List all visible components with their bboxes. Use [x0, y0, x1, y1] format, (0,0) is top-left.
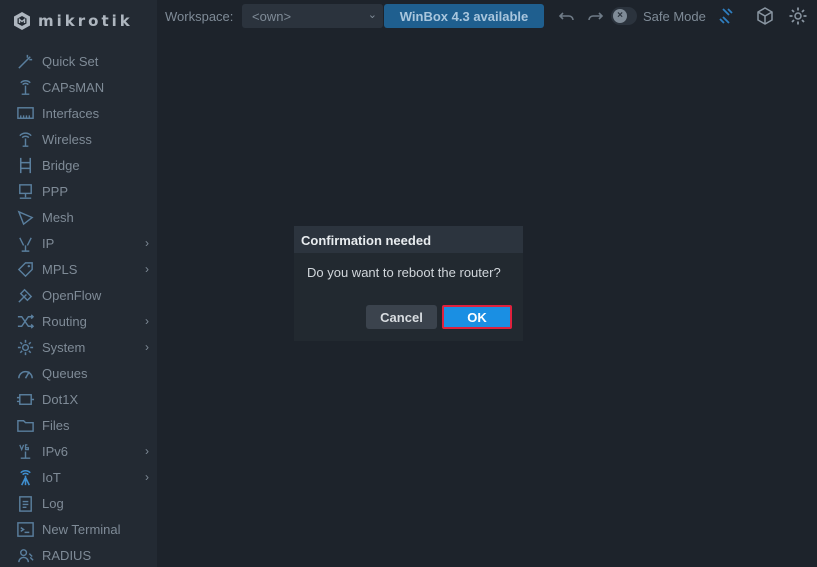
- sidebar-item-label: Wireless: [42, 131, 92, 147]
- workspace-label: Workspace:: [165, 9, 234, 24]
- ipv6-icon: [14, 441, 36, 461]
- sidebar-item-capsman[interactable]: CAPsMAN: [0, 74, 157, 100]
- undo-icon[interactable]: [557, 6, 577, 26]
- sidebar-item-label: MPLS: [42, 261, 78, 277]
- redo-icon[interactable]: [585, 6, 605, 26]
- sidebar-item-label: OpenFlow: [42, 287, 102, 303]
- chevron-right-icon: ›: [145, 444, 149, 458]
- sidebar-item-label: CAPsMAN: [42, 79, 105, 95]
- antenna-icon: [14, 77, 36, 97]
- dialog-title: Confirmation needed: [294, 226, 523, 253]
- sidebar-item-mpls[interactable]: MPLS ›: [0, 256, 157, 282]
- sidebar-item-label: Files: [42, 417, 70, 433]
- toolbar: Workspace: <own> ⌄ WinBox 4.3 available …: [157, 0, 817, 33]
- sidebar-item-label: Mesh: [42, 209, 74, 225]
- sidebar-item-label: Quick Set: [42, 53, 99, 69]
- ip-icon: [14, 233, 36, 253]
- routing-icon: [14, 311, 36, 331]
- confirmation-dialog: Confirmation needed Do you want to reboo…: [294, 226, 523, 341]
- safe-mode-status-icon[interactable]: [716, 6, 736, 26]
- sidebar-item-radius[interactable]: RADIUS: [0, 542, 157, 567]
- mesh-icon: [14, 207, 36, 227]
- sidebar-item-files[interactable]: Files: [0, 412, 157, 438]
- sidebar-item-label: Dot1X: [42, 391, 79, 407]
- sidebar-item-wireless[interactable]: Wireless: [0, 126, 157, 152]
- sidebar-item-quick-set[interactable]: Quick Set: [0, 48, 157, 74]
- logo-text: mikrotik: [38, 12, 133, 30]
- folder-icon: [14, 415, 36, 435]
- chevron-right-icon: ›: [145, 340, 149, 354]
- bridge-icon: [14, 155, 36, 175]
- interfaces-icon: [14, 103, 36, 123]
- sidebar-item-new-terminal[interactable]: New Terminal: [0, 516, 157, 542]
- queues-icon: [14, 363, 36, 383]
- radius-icon: [14, 545, 36, 565]
- sidebar-item-mesh[interactable]: Mesh: [0, 204, 157, 230]
- sidebar-item-queues[interactable]: Queues: [0, 360, 157, 386]
- sidebar-item-label: New Terminal: [42, 521, 121, 537]
- sidebar-item-log[interactable]: Log: [0, 490, 157, 516]
- log-icon: [14, 493, 36, 513]
- openflow-icon: [14, 285, 36, 305]
- sidebar-item-ipv6[interactable]: IPv6 ›: [0, 438, 157, 464]
- update-available-button[interactable]: WinBox 4.3 available: [384, 4, 544, 28]
- ok-button[interactable]: OK: [442, 305, 512, 329]
- sidebar-item-label: Routing: [42, 313, 87, 329]
- iot-icon: [14, 467, 36, 487]
- sidebar-item-interfaces[interactable]: Interfaces: [0, 100, 157, 126]
- safe-mode-toggle[interactable]: ×: [611, 7, 637, 25]
- sidebar-item-label: Queues: [42, 365, 88, 381]
- sidebar-item-label: PPP: [42, 183, 69, 199]
- gear-icon[interactable]: [788, 6, 808, 26]
- sidebar-item-label: IoT: [42, 469, 61, 485]
- cancel-button[interactable]: Cancel: [366, 305, 437, 329]
- sidebar-item-label: Log: [42, 495, 64, 511]
- package-icon[interactable]: [755, 6, 775, 26]
- wireless-icon: [14, 129, 36, 149]
- workspace-select[interactable]: <own> ⌄: [242, 4, 383, 28]
- sidebar-item-openflow[interactable]: OpenFlow: [0, 282, 157, 308]
- sidebar-item-label: Bridge: [42, 157, 80, 173]
- chevron-right-icon: ›: [145, 470, 149, 484]
- sidebar-item-label: RADIUS: [42, 547, 92, 563]
- mikrotik-logo: mikrotik: [12, 9, 133, 33]
- sidebar-item-ip[interactable]: IP ›: [0, 230, 157, 256]
- sidebar-item-ppp[interactable]: PPP: [0, 178, 157, 204]
- dialog-message: Do you want to reboot the router?: [307, 265, 501, 280]
- safe-mode-label[interactable]: Safe Mode: [643, 9, 706, 24]
- chevron-down-icon: ⌄: [367, 9, 377, 21]
- sidebar-item-label: Interfaces: [42, 105, 100, 121]
- sidebar-nav: Quick Set CAPsMAN Interfaces Wireless Bridge…: [0, 48, 157, 567]
- chevron-right-icon: ›: [145, 262, 149, 276]
- sidebar-item-system[interactable]: System ›: [0, 334, 157, 360]
- sidebar-item-bridge[interactable]: Bridge: [0, 152, 157, 178]
- sidebar-item-label: IPv6: [42, 443, 69, 459]
- sidebar-item-label: IP: [42, 235, 55, 251]
- logo-icon: [14, 12, 30, 30]
- chevron-right-icon: ›: [145, 236, 149, 250]
- chevron-right-icon: ›: [145, 314, 149, 328]
- workspace-value: <own>: [252, 9, 292, 24]
- sidebar: mikrotik Quick Set CAPsMAN Interfaces Wirel…: [0, 0, 157, 567]
- dot1x-icon: [14, 389, 36, 409]
- sidebar-item-label: System: [42, 339, 86, 355]
- wand-icon: [14, 51, 36, 71]
- terminal-icon: [14, 519, 36, 539]
- sidebar-item-routing[interactable]: Routing ›: [0, 308, 157, 334]
- system-gear-icon: [14, 337, 36, 357]
- close-icon: ×: [613, 9, 627, 23]
- sidebar-item-iot[interactable]: IoT ›: [0, 464, 157, 490]
- tag-icon: [14, 259, 36, 279]
- ppp-icon: [14, 181, 36, 201]
- sidebar-item-dot1x[interactable]: Dot1X: [0, 386, 157, 412]
